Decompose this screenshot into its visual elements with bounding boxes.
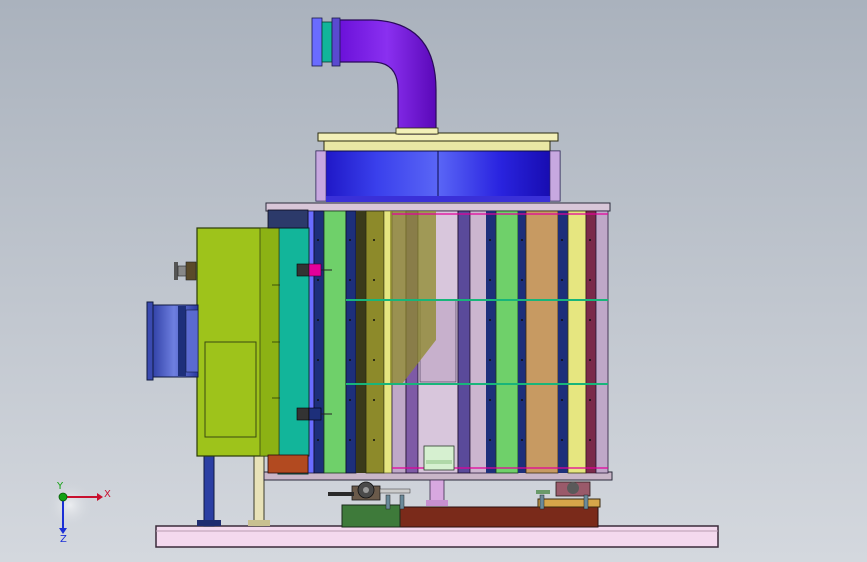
bottom-flange-block	[267, 454, 309, 474]
top-flange-block	[267, 209, 309, 229]
yellow-panel[interactable]	[567, 210, 587, 474]
green-panel-a[interactable]	[323, 210, 347, 474]
y-axis-label: Y	[56, 481, 64, 492]
z-axis-label: Z	[60, 534, 67, 545]
green-panel-b[interactable]	[495, 210, 519, 474]
main-housing[interactable]	[263, 202, 613, 481]
tan-panel[interactable]	[525, 210, 559, 474]
cad-viewport[interactable]: X Y Z	[0, 0, 867, 562]
cad-canvas[interactable]: X Y Z	[0, 0, 867, 562]
cylindrical-drum-icon[interactable]	[315, 150, 561, 202]
x-axis-label: X	[104, 489, 111, 500]
inlet-housing[interactable]	[196, 227, 310, 457]
olive-panel[interactable]	[365, 210, 385, 474]
top-lid[interactable]	[317, 132, 559, 152]
access-door[interactable]	[204, 341, 257, 438]
base-platform[interactable]	[155, 525, 719, 548]
inlet-fan-icon[interactable]	[146, 301, 199, 381]
y-axis-dot	[58, 492, 68, 502]
